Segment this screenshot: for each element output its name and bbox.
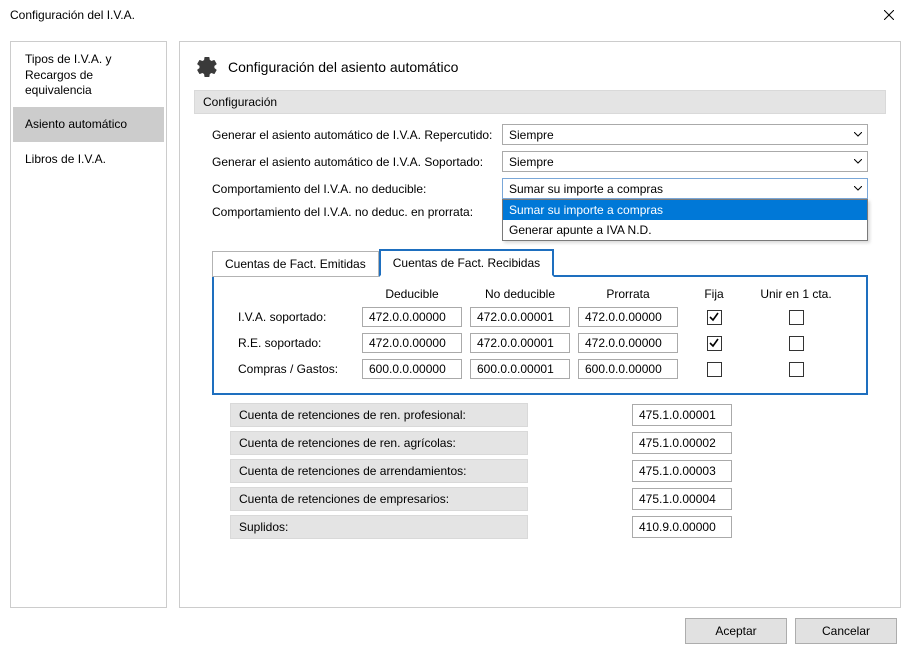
window-title: Configuración del I.V.A. [10, 8, 135, 22]
checkbox-2-unir-wrap [750, 362, 842, 377]
sidebar-item-0[interactable]: Tipos de I.V.A. y Recargos de equivalenc… [13, 44, 164, 107]
select-iva-repercutido-value: Siempre [509, 128, 554, 142]
checkbox-1-unir-wrap [750, 336, 842, 351]
panel-heading: Configuración del asiento automático [228, 59, 458, 75]
tab-strip: Cuentas de Fact. Emitidas Cuentas de Fac… [212, 249, 868, 277]
row-label-2: Compras / Gastos: [238, 362, 354, 376]
chevron-down-icon [851, 182, 865, 196]
row-label-0: I.V.A. soportado: [238, 310, 354, 324]
col-header-prorrata: Prorrata [578, 287, 678, 301]
tab-recibidas[interactable]: Cuentas de Fact. Recibidas [379, 249, 554, 277]
sidebar: Tipos de I.V.A. y Recargos de equivalenc… [10, 41, 167, 608]
cell-0-nodeducible[interactable]: 472.0.0.00001 [470, 307, 570, 327]
ret-label-2: Cuenta de retenciones de arrendamientos: [230, 459, 528, 483]
select-iva-soportado[interactable]: Siempre [502, 151, 868, 172]
col-header-deducible: Deducible [362, 287, 462, 301]
ret-label-0: Cuenta de retenciones de ren. profesiona… [230, 403, 528, 427]
ret-value-1[interactable]: 475.1.0.00002 [632, 432, 732, 454]
checkbox-1-unir[interactable] [789, 336, 804, 351]
ret-value-4[interactable]: 410.9.0.00000 [632, 516, 732, 538]
checkbox-2-fija-wrap [686, 362, 742, 377]
dialog-footer: Aceptar Cancelar [0, 608, 911, 654]
checkbox-2-fija[interactable] [707, 362, 722, 377]
ret-label-3: Cuenta de retenciones de empresarios: [230, 487, 528, 511]
label-iva-soportado: Generar el asiento automático de I.V.A. … [212, 155, 502, 169]
cell-1-nodeducible[interactable]: 472.0.0.00001 [470, 333, 570, 353]
sidebar-item-2[interactable]: Libros de I.V.A. [13, 142, 164, 178]
checkbox-0-fija-wrap [686, 310, 742, 325]
checkbox-0-unir[interactable] [789, 310, 804, 325]
ret-row-2: Cuenta de retenciones de arrendamientos:… [212, 459, 868, 483]
select-iva-soportado-value: Siempre [509, 155, 554, 169]
label-no-deducible-prorrata: Comportamiento del I.V.A. no deduc. en p… [212, 205, 502, 219]
col-header-fija: Fija [686, 287, 742, 301]
row-label-1: R.E. soportado: [238, 336, 354, 350]
tab-body-recibidas: Deducible No deducible Prorrata Fija Unir en… [212, 275, 868, 395]
cell-2-nodeducible[interactable]: 600.0.0.00001 [470, 359, 570, 379]
tab-emitidas[interactable]: Cuentas de Fact. Emitidas [212, 251, 379, 277]
select-iva-repercutido[interactable]: Siempre [502, 124, 868, 145]
ret-row-4: Suplidos: 410.9.0.00000 [212, 515, 868, 539]
ret-label-4: Suplidos: [230, 515, 528, 539]
label-iva-repercutido: Generar el asiento automático de I.V.A. … [212, 128, 502, 142]
label-no-deducible: Comportamiento del I.V.A. no deducible: [212, 182, 502, 196]
sidebar-item-1[interactable]: Asiento automático [13, 107, 164, 143]
close-button[interactable] [867, 0, 911, 30]
ret-value-2[interactable]: 475.1.0.00003 [632, 460, 732, 482]
dropdown-option-sumar[interactable]: Sumar su importe a compras [503, 200, 867, 220]
ret-row-3: Cuenta de retenciones de empresarios: 475… [212, 487, 868, 511]
checkbox-1-fija-wrap [686, 336, 742, 351]
dropdown-option-generar[interactable]: Generar apunte a IVA N.D. [503, 220, 867, 240]
ret-row-1: Cuenta de retenciones de ren. agrícolas:… [212, 431, 868, 455]
ret-row-0: Cuenta de retenciones de ren. profesiona… [212, 403, 868, 427]
ret-value-0[interactable]: 475.1.0.00001 [632, 404, 732, 426]
col-header-nodeducible: No deducible [470, 287, 570, 301]
checkbox-2-unir[interactable] [789, 362, 804, 377]
ret-label-1: Cuenta de retenciones de ren. agrícolas: [230, 431, 528, 455]
cell-1-deducible[interactable]: 472.0.0.00000 [362, 333, 462, 353]
chevron-down-icon [851, 155, 865, 169]
close-icon [884, 10, 894, 20]
cell-1-prorrata[interactable]: 472.0.0.00000 [578, 333, 678, 353]
select-no-deducible[interactable]: Sumar su importe a compras [502, 178, 868, 199]
section-title: Configuración [194, 90, 886, 114]
cell-0-deducible[interactable]: 472.0.0.00000 [362, 307, 462, 327]
cancel-button[interactable]: Cancelar [795, 618, 897, 644]
dropdown-no-deducible[interactable]: Sumar su importe a compras Generar apunt… [502, 199, 868, 241]
panel-header: Configuración del asiento automático [194, 54, 886, 80]
checkbox-0-fija[interactable] [707, 310, 722, 325]
accept-button[interactable]: Aceptar [685, 618, 787, 644]
cell-2-deducible[interactable]: 600.0.0.00000 [362, 359, 462, 379]
col-header-unir: Unir en 1 cta. [750, 287, 842, 301]
select-no-deducible-value: Sumar su importe a compras [509, 182, 663, 196]
title-bar: Configuración del I.V.A. [0, 0, 911, 31]
ret-value-3[interactable]: 475.1.0.00004 [632, 488, 732, 510]
cell-0-prorrata[interactable]: 472.0.0.00000 [578, 307, 678, 327]
cell-2-prorrata[interactable]: 600.0.0.00000 [578, 359, 678, 379]
checkbox-1-fija[interactable] [707, 336, 722, 351]
checkbox-0-unir-wrap [750, 310, 842, 325]
main-panel: Configuración del asiento automático Con… [179, 41, 901, 608]
chevron-down-icon [851, 128, 865, 142]
gear-icon [194, 54, 220, 80]
